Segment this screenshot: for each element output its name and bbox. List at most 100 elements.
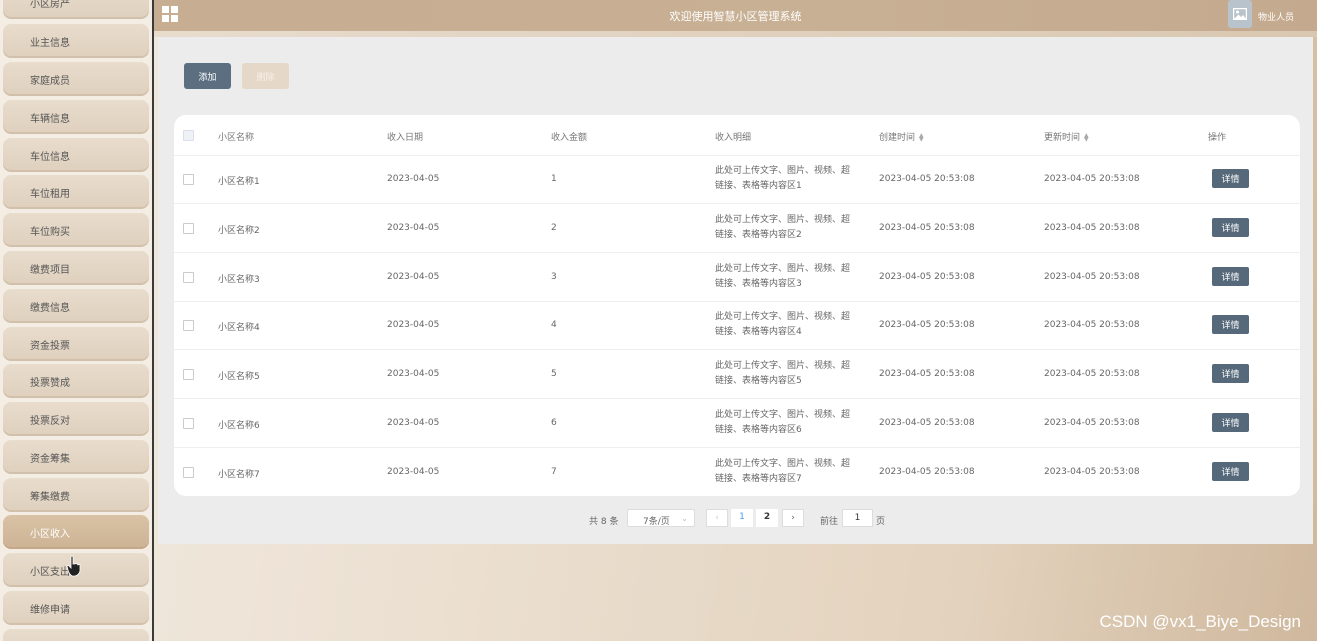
sidebar-item[interactable]: 筹集缴费 [3,478,149,512]
sidebar-item[interactable]: 车辆信息 [3,100,149,134]
sort-icon[interactable]: ▲ ▼ [919,132,924,142]
row-checkbox[interactable] [183,369,194,381]
row-checkbox[interactable] [183,174,194,185]
cell-created: 2023-04-05 20:53:08 [879,174,975,184]
sidebar-item[interactable]: 业主信息 [3,24,149,58]
detail-button[interactable]: 详情 [1212,315,1249,335]
add-button[interactable]: 添加 [184,63,231,89]
sidebar-item-label: 车位租用 [30,188,70,200]
cell-detail-line2: 链接、表格等内容区6 [715,425,802,435]
select-all-checkbox[interactable] [183,130,194,141]
sidebar-item[interactable]: 缴费信息 [3,289,149,323]
page-button-2[interactable]: 2 [756,509,778,527]
col-header-updated[interactable]: 更新时间 ▲ ▼ [1044,130,1089,143]
goto-label: 前往 [820,517,839,527]
cell-detail: 此处可上传文字、图片、视频、超 链接、表格等内容区7 [715,457,865,487]
sidebar-item-label: 资金筹集 [30,453,70,465]
sidebar-item-label: 投票反对 [30,415,70,427]
row-checkbox[interactable] [183,466,194,478]
cell-detail-line1: 此处可上传文字、图片、视频、超 [715,263,851,274]
goto-page-input[interactable]: 1 [842,509,873,527]
table-row: 小区名称6 2023-04-05 6 此处可上传文字、图片、视频、超 链接、表格等内容区… [174,399,1300,448]
cell-detail-line1: 此处可上传文字、图片、视频、超 [715,361,851,372]
top-header: 欢迎使用智慧小区管理系统 物业人员 [154,0,1317,37]
cell-detail: 此处可上传文字、图片、视频、超 链接、表格等内容区2 [715,213,865,243]
sidebar-item[interactable]: 家庭成员 [3,62,149,96]
cell-updated: 2023-04-05 20:53:08 [1044,222,1140,233]
cell-detail: 此处可上传文字、图片、视频、超 链接、表格等内容区4 [715,310,865,340]
user-role-label[interactable]: 物业人员 [1258,10,1294,23]
sidebar-item[interactable]: 维修申请 [3,591,149,625]
cell-amount: 7 [551,466,557,477]
cell-detail-line2: 链接、表格等内容区1 [715,181,802,191]
cell-detail: 此处可上传文字、图片、视频、超 链接、表格等内容区6 [715,408,865,438]
sidebar-item[interactable]: 车位购买 [3,213,149,247]
sidebar-item-label: 车位信息 [30,151,70,163]
income-table: 小区名称 收入日期 收入金额 收入明细 创建时间 ▲ ▼ 更新时间 ▲ ▼ 操作 小区名… [174,115,1300,496]
cell-date: 2023-04-05 [387,271,440,282]
delete-button[interactable]: 删除 [242,63,289,89]
row-checkbox[interactable] [183,271,194,283]
page-button-1[interactable]: 1 [731,509,753,527]
col-header-detail: 收入明细 [715,133,752,143]
col-header-updated-label: 更新时间 [1044,133,1081,143]
detail-button[interactable]: 详情 [1212,266,1249,286]
sidebar-item-label: 维修申请 [30,604,70,616]
row-checkbox[interactable] [183,320,194,332]
detail-button[interactable]: 详情 [1212,413,1249,432]
row-checkbox[interactable] [183,418,194,429]
cell-detail-line1: 此处可上传文字、图片、视频、超 [715,458,851,469]
sidebar-item[interactable]: 投票反对 [3,402,149,436]
sidebar-item[interactable]: 车位租用 [3,175,149,209]
sidebar-item-label: 投票赞成 [30,377,70,389]
cell-amount: 6 [551,418,557,428]
sort-icon[interactable]: ▲ ▼ [1084,132,1089,142]
table-row: 小区名称7 2023-04-05 7 此处可上传文字、图片、视频、超 链接、表格等内容区… [174,448,1300,496]
sidebar-item-label: 资金投票 [30,340,70,352]
sidebar-item[interactable]: 投票赞成 [3,364,149,398]
chevron-right-icon: › [791,513,795,523]
chevron-left-icon: ‹ [715,513,719,523]
cell-amount: 3 [551,271,557,282]
cell-name: 小区名称4 [218,323,260,334]
col-header-name: 小区名称 [218,133,255,143]
sidebar-item[interactable]: 小区收入 [3,515,149,549]
sidebar-item[interactable]: 小区房产 [3,0,149,19]
next-page-button[interactable]: › [782,509,804,527]
col-header-created[interactable]: 创建时间 ▲ ▼ [879,130,924,143]
sidebar-item[interactable]: 资金投票 [3,327,149,361]
table-header-row: 小区名称 收入日期 收入金额 收入明细 创建时间 ▲ ▼ 更新时间 ▲ ▼ 操作 [174,115,1300,156]
sidebar-item-label: 筹集缴费 [30,491,70,503]
sidebar-item[interactable]: 资金筹集 [3,440,149,474]
table-row: 小区名称4 2023-04-05 4 此处可上传文字、图片、视频、超 链接、表格等内容区… [174,301,1300,351]
avatar[interactable] [1228,0,1252,28]
hand-cursor-icon [66,555,81,577]
cell-amount: 1 [551,174,557,184]
sidebar-item[interactable]: 缴费项目 [3,251,149,285]
table-row: 小区名称2 2023-04-05 2 此处可上传文字、图片、视频、超 链接、表格等内容区… [174,204,1300,253]
page-size-select[interactable]: 7条/页 ⌄ [627,509,695,527]
cell-updated: 2023-04-05 20:53:08 [1044,174,1140,184]
col-header-actions: 操作 [1208,133,1227,143]
detail-button[interactable]: 详情 [1212,217,1249,237]
sidebar-item-label: 车位购买 [30,226,70,238]
sidebar-item[interactable] [3,629,149,641]
detail-button[interactable]: 详情 [1212,169,1249,188]
cell-detail-line2: 链接、表格等内容区3 [715,278,802,289]
col-header-date: 收入日期 [387,133,424,143]
row-checkbox[interactable] [183,222,194,234]
detail-button[interactable]: 详情 [1212,461,1249,481]
table-row: 小区名称3 2023-04-05 3 此处可上传文字、图片、视频、超 链接、表格等内容区… [174,253,1300,302]
sidebar-item-label: 家庭成员 [30,75,70,87]
sidebar-item-label: 小区支出 [30,566,70,578]
sidebar-item[interactable]: 车位信息 [3,138,149,172]
cell-date: 2023-04-05 [387,418,440,428]
sidebar-item-label: 缴费信息 [30,302,70,314]
cell-name: 小区名称3 [218,274,260,285]
cell-name: 小区名称7 [218,469,260,480]
detail-button[interactable]: 详情 [1212,364,1249,384]
pagination-total: 共 8 条 [589,517,619,527]
cell-created: 2023-04-05 20:53:08 [879,418,975,428]
image-icon [1233,8,1247,20]
prev-page-button[interactable]: ‹ [706,509,728,527]
